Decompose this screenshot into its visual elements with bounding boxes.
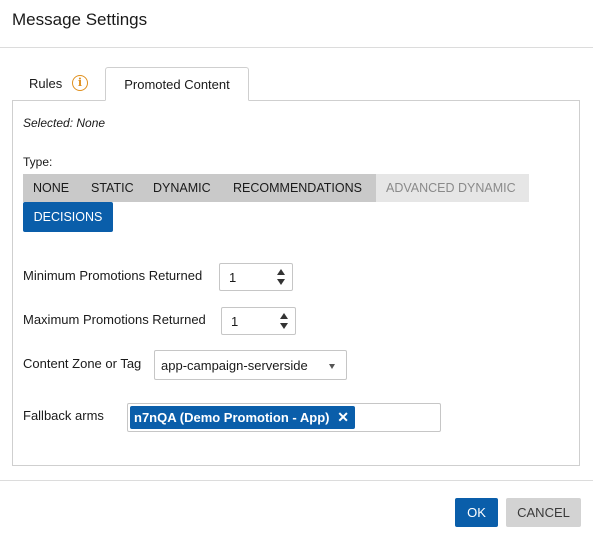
selected-status: Selected: None	[23, 116, 106, 130]
increment-arrow-icon[interactable]	[280, 313, 288, 319]
cancel-button[interactable]: CANCEL	[506, 498, 581, 527]
fallback-arm-chip: n7nQA (Demo Promotion - App) ✕	[130, 406, 355, 429]
tab-promoted-content-label: Promoted Content	[124, 77, 230, 92]
content-zone-label: Content Zone or Tag	[23, 356, 142, 371]
dialog-title: Message Settings	[12, 10, 148, 29]
type-static-button[interactable]: STATIC	[91, 174, 134, 202]
chevron-down-icon	[329, 364, 335, 369]
type-decisions-button[interactable]: DECISIONS	[23, 202, 113, 232]
fallback-arms-label: Fallback arms	[23, 408, 104, 423]
dialog-header: Message Settings	[0, 0, 593, 48]
tab-rules-label: Rules	[29, 76, 63, 91]
min-promotions-stepper[interactable]: 1	[219, 263, 293, 291]
type-none-button[interactable]: NONE	[33, 174, 69, 202]
message-settings-dialog: Message Settings Rules i Promoted Conten…	[0, 0, 593, 536]
type-button-group: NONE STATIC DYNAMIC RECOMMENDATIONS ADVA…	[23, 174, 529, 202]
fallback-arms-input[interactable]: n7nQA (Demo Promotion - App) ✕	[127, 403, 441, 432]
type-advanced-dynamic-button[interactable]: ADVANCED DYNAMIC	[376, 174, 529, 202]
decrement-arrow-icon[interactable]	[277, 279, 285, 285]
ok-button[interactable]: OK	[455, 498, 498, 527]
min-promotions-value: 1	[229, 270, 237, 285]
content-zone-select[interactable]: app-campaign-serverside	[154, 350, 347, 380]
stepper-arrows-icon[interactable]	[280, 313, 289, 330]
stepper-arrows-icon[interactable]	[277, 269, 286, 286]
close-icon[interactable]: ✕	[337, 409, 349, 426]
type-dynamic-button[interactable]: DYNAMIC	[153, 174, 211, 202]
info-icon[interactable]: i	[72, 75, 88, 91]
promoted-content-panel: Selected: None Type: NONE STATIC DYNAMIC…	[12, 100, 580, 466]
max-promotions-label: Maximum Promotions Returned	[23, 312, 206, 327]
type-label: Type:	[23, 155, 53, 169]
tab-bar: Rules i Promoted Content	[12, 67, 580, 101]
type-recommendations-button[interactable]: RECOMMENDATIONS	[233, 174, 362, 202]
fallback-arm-chip-label: n7nQA (Demo Promotion - App)	[134, 410, 330, 425]
tab-promoted-content[interactable]: Promoted Content	[105, 67, 249, 101]
tab-rules[interactable]: Rules i	[12, 67, 104, 101]
min-promotions-label: Minimum Promotions Returned	[23, 268, 203, 283]
dialog-footer: OK CANCEL	[0, 480, 593, 536]
content-zone-value: app-campaign-serverside	[161, 358, 308, 373]
max-promotions-stepper[interactable]: 1	[221, 307, 296, 335]
decrement-arrow-icon[interactable]	[280, 323, 288, 329]
max-promotions-value: 1	[231, 314, 239, 329]
increment-arrow-icon[interactable]	[277, 269, 285, 275]
